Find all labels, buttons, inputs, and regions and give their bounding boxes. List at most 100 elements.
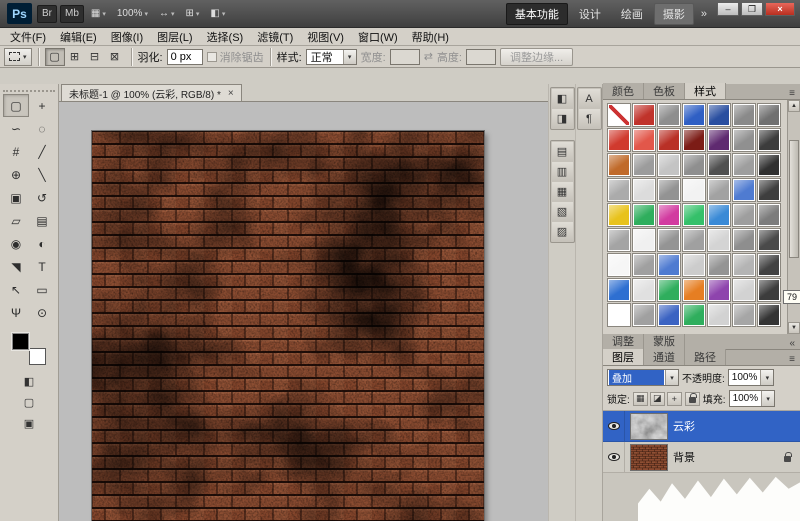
style-swatch-15[interactable]: [632, 153, 656, 177]
tool-eraser[interactable]: ▱: [3, 209, 29, 232]
chevron-down-icon[interactable]: ▾: [761, 391, 774, 406]
style-swatch-7[interactable]: [607, 128, 631, 152]
style-swatch-62[interactable]: [757, 303, 781, 327]
style-swatch-27[interactable]: [757, 178, 781, 202]
collapsed-panel-paragraph[interactable]: ¶: [579, 109, 600, 128]
style-swatch-2[interactable]: [657, 103, 681, 127]
collapsed-panel-5[interactable]: ▦: [552, 182, 573, 201]
tools-panel-grip[interactable]: [3, 86, 55, 92]
style-swatch-5[interactable]: [732, 103, 756, 127]
style-swatch-26[interactable]: [732, 178, 756, 202]
style-swatch-14[interactable]: [607, 153, 631, 177]
tool-zoom[interactable]: ⊙: [29, 301, 55, 324]
panel-menu-icon[interactable]: ≡: [784, 88, 800, 99]
tool-blur[interactable]: ◉: [3, 232, 29, 255]
style-swatch-45[interactable]: [682, 253, 706, 277]
quick-mask-button[interactable]: ◧: [18, 373, 40, 390]
chevron-down-icon[interactable]: ▾: [665, 370, 678, 385]
tab-路径[interactable]: 路径: [685, 349, 726, 365]
style-swatch-54[interactable]: [732, 278, 756, 302]
style-swatch-57[interactable]: [632, 303, 656, 327]
tool-crop[interactable]: #: [3, 140, 29, 163]
layer-row-background[interactable]: 背景: [603, 442, 800, 473]
scroll-up-icon[interactable]: ▲: [788, 100, 800, 112]
add-selection-mode-button[interactable]: ⊞: [65, 48, 85, 66]
collapsed-panel-character[interactable]: A: [579, 89, 600, 108]
tool-dodge[interactable]: ◐: [29, 232, 55, 255]
blend-mode-select[interactable]: 叠加 ▾: [607, 369, 679, 386]
tool-eyedropper[interactable]: ╱: [29, 140, 55, 163]
collapsed-panel-6[interactable]: ▧: [552, 202, 573, 221]
new-selection-mode-button[interactable]: ▢: [45, 48, 65, 66]
tab-调整[interactable]: 调整: [603, 333, 644, 349]
tool-move[interactable]: +: [29, 94, 55, 117]
style-swatch-44[interactable]: [657, 253, 681, 277]
menu-item-4[interactable]: 选择(S): [200, 29, 251, 45]
style-swatch-39[interactable]: [707, 228, 731, 252]
style-swatch-8[interactable]: [632, 128, 656, 152]
style-swatch-32[interactable]: [707, 203, 731, 227]
style-swatch-53[interactable]: [707, 278, 731, 302]
tool-preset-picker[interactable]: ▾: [4, 48, 32, 66]
style-swatch-47[interactable]: [732, 253, 756, 277]
chevron-down-icon[interactable]: ▾: [760, 370, 773, 385]
chevron-down-icon[interactable]: ▾: [343, 50, 356, 64]
foreground-color-swatch[interactable]: [12, 333, 29, 350]
style-swatch-49[interactable]: [607, 278, 631, 302]
style-swatch-20[interactable]: [757, 153, 781, 177]
lock-pixels-button[interactable]: ◪: [650, 392, 665, 406]
menu-item-0[interactable]: 文件(F): [3, 29, 53, 45]
bridge-launcher-button[interactable]: Br: [37, 5, 57, 23]
workspace-photo[interactable]: 摄影: [654, 3, 694, 25]
hand-rotate-button[interactable]: ↔▾: [155, 5, 179, 23]
style-swatch-55[interactable]: [757, 278, 781, 302]
tool-brush[interactable]: ╲: [29, 163, 55, 186]
style-swatch-50[interactable]: [632, 278, 656, 302]
style-swatch-42[interactable]: [607, 253, 631, 277]
style-swatch-51[interactable]: [657, 278, 681, 302]
collapsed-panel-2[interactable]: ◨: [552, 109, 573, 128]
maximize-button[interactable]: ❐: [741, 2, 763, 16]
style-swatch-29[interactable]: [632, 203, 656, 227]
collapse-panel-icon[interactable]: «: [784, 338, 800, 349]
style-swatch-48[interactable]: [757, 253, 781, 277]
lock-transparency-button[interactable]: ▦: [633, 392, 648, 406]
menu-item-7[interactable]: 窗口(W): [351, 29, 405, 45]
menu-item-8[interactable]: 帮助(H): [405, 29, 456, 45]
menu-item-6[interactable]: 视图(V): [300, 29, 351, 45]
tool-spot-healing-brush[interactable]: ⊕: [3, 163, 29, 186]
style-swatch-1[interactable]: [632, 103, 656, 127]
style-swatch-0[interactable]: [607, 103, 631, 127]
opacity-value[interactable]: 100% ▾: [728, 369, 775, 386]
tool-type[interactable]: T: [29, 255, 55, 278]
style-select[interactable]: 正常 ▾: [306, 49, 357, 65]
photoshop-logo[interactable]: Ps: [7, 3, 32, 24]
tab-颜色[interactable]: 颜色: [603, 83, 644, 99]
document-tab[interactable]: 未标题-1 @ 100% (云彩, RGB/8) * ×: [61, 84, 242, 101]
style-swatch-41[interactable]: [757, 228, 781, 252]
zoom-level-button[interactable]: 100%▾: [113, 5, 152, 23]
close-button[interactable]: ×: [765, 2, 795, 16]
scroll-down-icon[interactable]: ▼: [788, 322, 800, 334]
lock-position-button[interactable]: +: [667, 392, 682, 406]
tab-色板[interactable]: 色板: [644, 83, 685, 99]
fill-value[interactable]: 100% ▾: [729, 390, 776, 407]
tool-hand[interactable]: Ψ: [3, 301, 29, 324]
intersect-selection-mode-button[interactable]: ⊠: [105, 48, 125, 66]
style-swatch-6[interactable]: [757, 103, 781, 127]
mini-mode-button[interactable]: ▣: [18, 415, 40, 432]
tab-图层[interactable]: 图层: [603, 349, 644, 365]
style-swatch-3[interactable]: [682, 103, 706, 127]
style-swatch-34[interactable]: [757, 203, 781, 227]
lock-all-button[interactable]: [685, 392, 700, 406]
screen-mode-button[interactable]: ◧▾: [206, 5, 229, 23]
style-swatch-33[interactable]: [732, 203, 756, 227]
style-swatch-30[interactable]: [657, 203, 681, 227]
style-swatch-46[interactable]: [707, 253, 731, 277]
style-swatch-24[interactable]: [682, 178, 706, 202]
style-swatch-59[interactable]: [682, 303, 706, 327]
style-swatch-38[interactable]: [682, 228, 706, 252]
scrollbar-thumb[interactable]: [789, 140, 799, 258]
tool-gradient[interactable]: ▤: [29, 209, 55, 232]
workspace-basic[interactable]: 基本功能: [506, 3, 568, 25]
